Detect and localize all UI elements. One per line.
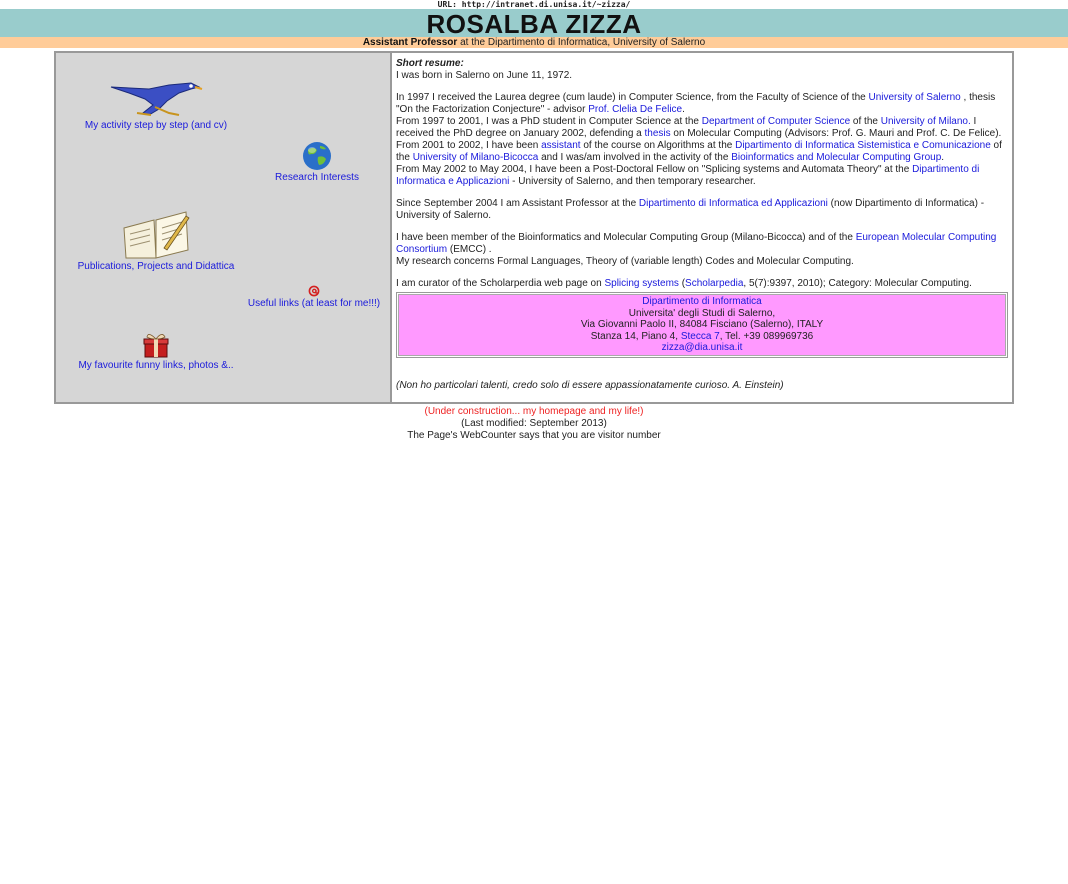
nav-item-useful[interactable]: Useful links (at least for me!!!) [242, 285, 386, 309]
footer: (Under construction... my homepage and m… [0, 406, 1068, 442]
nav-panel: My activity step by step (and cv) Resear… [56, 53, 392, 402]
nav-item-research[interactable]: Research Interests [252, 141, 382, 183]
text-segment: , 5(7):9397, 2010); Category: Molecular … [743, 278, 972, 289]
contact-address: Via Giovanni Paolo II, 84084 Fisciano (S… [580, 319, 824, 331]
text-segment: Stanza 14, Piano 4, [590, 330, 681, 342]
role-label: Assistant Professor [362, 37, 458, 48]
gift-box-icon [143, 334, 169, 358]
text-segment: on Molecular Computing (Advisors: Prof. … [670, 128, 1002, 139]
text-segment: and I was/am involved in the activity of… [538, 152, 732, 163]
einstein-quote: (Non ho particolari talenti, credo solo … [396, 379, 784, 391]
content-panel: Short resume: I was born in Salerno on J… [392, 53, 1012, 402]
email-link[interactable]: zizza@dia.unisa.it [662, 342, 743, 353]
text-segment: I am curator of the Scholarperdia web pa… [396, 278, 605, 289]
resume-paragraph-postdoc: From May 2002 to May 2004, I have been a… [396, 164, 1008, 188]
construction-note: (Under construction... my homepage and m… [424, 406, 644, 417]
link-milano-bicocca[interactable]: University of Milano-Bicocca [413, 152, 539, 163]
link-university-salerno[interactable]: University of Salerno [868, 92, 960, 103]
link-stecca[interactable]: Stecca 7 [681, 331, 720, 342]
text-segment: From May 2002 to May 2004, I have been a… [396, 164, 913, 175]
text-segment: - University of Salerno, and then tempor… [509, 176, 756, 187]
nav-label-activity[interactable]: My activity step by step (and cv) [85, 120, 227, 131]
text-segment: I have been member of the Bioinformatics… [396, 232, 856, 243]
link-prof-de-felice[interactable]: Prof. Clelia De Felice [588, 104, 682, 115]
contact-university: Universita' degli Studi di Salerno, [628, 307, 776, 319]
text-segment: Since September 2004 I am Assistant Prof… [396, 198, 639, 209]
open-book-icon [123, 211, 190, 259]
resume-paragraph-scholarpedia: I am curator of the Scholarperdia web pa… [396, 278, 1008, 290]
link-splicing-systems[interactable]: Splicing systems [604, 278, 678, 289]
text-segment: (EMCC) . [447, 244, 492, 255]
link-scholarpedia[interactable]: Scholarpedia [685, 278, 743, 289]
resume-paragraph-assistant: From 2001 to 2002, I have been assistant… [396, 140, 1008, 164]
nav-item-activity[interactable]: My activity step by step (and cv) [76, 79, 236, 131]
nav-label-publications[interactable]: Publications, Projects and Didattica [78, 261, 235, 272]
visitor-counter-text: The Page's WebCounter says that you are … [407, 430, 661, 441]
born-text: I was born in Salerno on June 11, 1972. [396, 70, 573, 81]
link-dept-computer-science[interactable]: Department of Computer Science [702, 116, 850, 127]
contact-inner: Dipartimento di Informatica Universita' … [398, 294, 1006, 356]
resume-paragraph-laurea: In 1997 I received the Laurea degree (cu… [396, 92, 1008, 116]
link-assistant[interactable]: assistant [541, 140, 580, 151]
resume-paragraph-research: My research concerns Formal Languages, T… [396, 256, 854, 267]
roadrunner-icon [110, 82, 203, 116]
nav-label-funny[interactable]: My favourite funny links, photos &.. [78, 360, 233, 371]
page-title: ROSALBA ZIZZA [0, 9, 1068, 39]
link-disco[interactable]: Dipartimento di Informatica Sistemistica… [735, 140, 991, 151]
url-label: URL: http://intranet.di.unisa.it/~zizza/ [437, 0, 631, 9]
at-sign-icon [308, 285, 320, 297]
resume-paragraph-member: I have been member of the Bioinformatics… [396, 232, 1008, 256]
contact-box: Dipartimento di Informatica Universita' … [396, 292, 1008, 358]
text-segment: of the [850, 116, 881, 127]
nav-item-funny[interactable]: My favourite funny links, photos &.. [76, 331, 236, 371]
text-segment: From 1997 to 2001, I was a PhD student i… [396, 116, 702, 127]
contact-room: Stanza 14, Piano 4, Stecca 7, Tel. +39 0… [399, 331, 1005, 343]
nav-item-publications[interactable]: Publications, Projects and Didattica [76, 208, 236, 272]
link-bmc-group[interactable]: Bioinformatics and Molecular Computing G… [731, 152, 941, 163]
main-frame: My activity step by step (and cv) Resear… [54, 51, 1014, 404]
nav-label-useful[interactable]: Useful links (at least for me!!!) [248, 298, 380, 309]
text-segment: In 1997 I received the Laurea degree (cu… [396, 92, 869, 103]
text-segment: of the course on Algorithms at the [580, 140, 736, 151]
link-dip-informatica-applicazioni[interactable]: Dipartimento di Informatica ed Applicazi… [639, 198, 828, 209]
text-segment: , Tel. +39 089969736 [719, 330, 814, 342]
link-dept-informatica[interactable]: Dipartimento di Informatica [642, 296, 762, 307]
last-modified: (Last modified: September 2013) [461, 418, 607, 429]
text-segment: From 2001 to 2002, I have been [396, 140, 542, 151]
link-thesis[interactable]: thesis [645, 128, 671, 139]
resume-paragraph-professor: Since September 2004 I am Assistant Prof… [396, 198, 1008, 222]
resume-heading: Short resume: [396, 58, 464, 69]
subtitle: Assistant Professor at the Dipartimento … [0, 37, 1068, 48]
text-segment: . [682, 104, 685, 115]
globe-icon [303, 142, 331, 170]
nav-label-research[interactable]: Research Interests [275, 172, 359, 183]
text-segment: . [941, 152, 945, 163]
affiliation-label: at the Dipartimento di Informatica, Univ… [457, 37, 706, 48]
resume-paragraph-phd: From 1997 to 2001, I was a PhD student i… [396, 116, 1008, 140]
link-university-milano[interactable]: University of Milano. [881, 116, 971, 127]
